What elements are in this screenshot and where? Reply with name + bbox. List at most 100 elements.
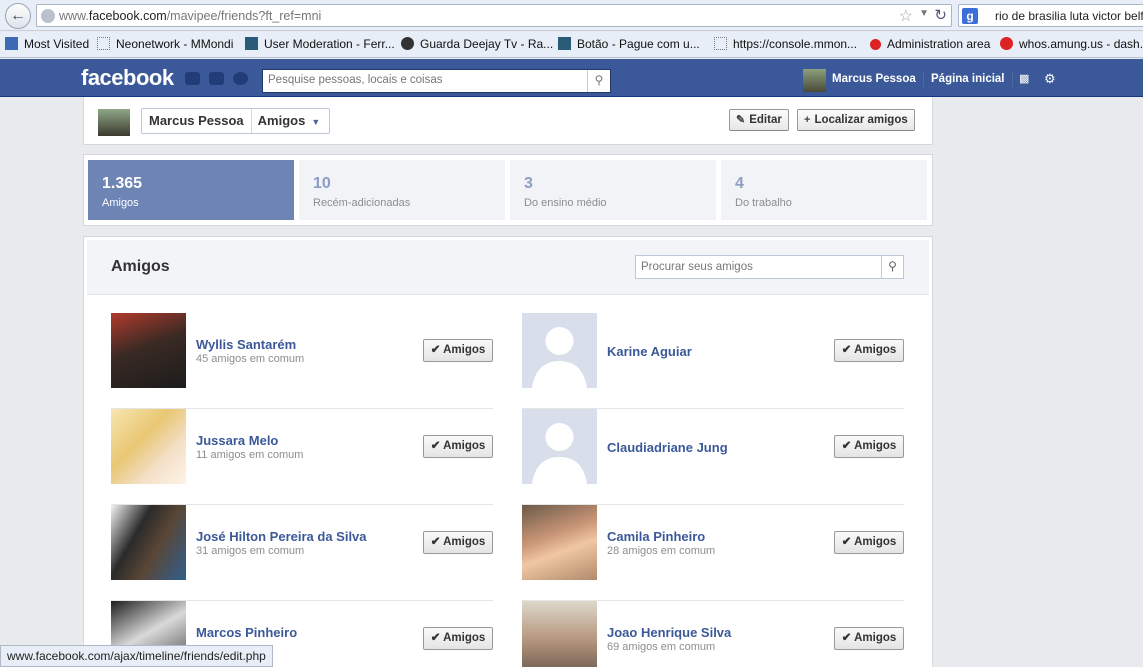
- stat-label: Do ensino médio: [524, 197, 607, 209]
- site-icon: [558, 37, 571, 50]
- bookmark-neonetwork[interactable]: Neonetwork - MMondi: [97, 37, 233, 51]
- notifications-globe-icon[interactable]: [233, 72, 248, 85]
- bookmark-botao[interactable]: Botão - Pague com u...: [558, 37, 700, 51]
- friends-status-button[interactable]: ✔ Amigos: [834, 627, 904, 650]
- status-bar-url: www.facebook.com/ajax/timeline/friends/e…: [0, 645, 273, 667]
- check-icon: ✔: [841, 440, 855, 452]
- address-bar[interactable]: www.facebook.com/mavipee/friends?ft_ref=…: [36, 4, 952, 27]
- tab-all-friends[interactable]: 1.365 Amigos: [88, 160, 294, 220]
- section-selector[interactable]: Amigos ▼: [252, 109, 330, 133]
- bookmark-administration[interactable]: Administration area: [870, 37, 990, 51]
- friend-requests-icon[interactable]: [185, 72, 200, 85]
- friend-photo[interactable]: [522, 505, 597, 580]
- stat-label: Amigos: [102, 197, 139, 209]
- stat-label: Recém-adicionadas: [313, 197, 411, 209]
- back-arrow-icon[interactable]: ←: [5, 3, 31, 29]
- messages-icon[interactable]: [209, 72, 224, 85]
- friend-card: Wyllis Santarém 45 amigos em comum ✔ Ami…: [111, 313, 493, 409]
- tab-work[interactable]: 4 Do trabalho: [721, 160, 927, 220]
- pencil-icon: ✎: [736, 114, 746, 126]
- reload-icon[interactable]: ↻: [934, 6, 947, 24]
- facebook-search-placeholder: Pesquise pessoas, locais e coisas: [268, 74, 443, 86]
- check-icon: ✔: [430, 536, 444, 548]
- friend-name[interactable]: Jussara Melo: [196, 433, 278, 448]
- friend-card: Camila Pinheiro 28 amigos em comum ✔ Ami…: [522, 505, 904, 601]
- profile-bar: Marcus Pessoa Amigos ▼ ✎ Editar + Localizar…: [83, 97, 933, 145]
- friend-name[interactable]: Claudiadriane Jung: [607, 440, 728, 455]
- bookmark-most-visited[interactable]: Most Visited: [5, 37, 89, 51]
- default-avatar-icon[interactable]: [522, 313, 597, 388]
- google-icon[interactable]: g: [962, 8, 978, 24]
- friend-photo[interactable]: [111, 505, 186, 580]
- breadcrumb: Marcus Pessoa Amigos ▼: [141, 108, 331, 134]
- friends-status-button[interactable]: ✔ Amigos: [423, 531, 493, 554]
- friends-status-button[interactable]: ✔ Amigos: [834, 435, 904, 458]
- home-link[interactable]: Página inicial: [931, 73, 1005, 85]
- silhouette-icon: [532, 327, 587, 388]
- friends-title: Amigos: [111, 258, 170, 275]
- default-avatar-icon[interactable]: [522, 409, 597, 484]
- friend-photo[interactable]: [522, 601, 597, 667]
- friends-status-button[interactable]: ✔ Amigos: [423, 627, 493, 650]
- stat-count: 4: [735, 175, 744, 192]
- friend-name[interactable]: Karine Aguiar: [607, 344, 692, 359]
- friend-name[interactable]: Wyllis Santarém: [196, 337, 296, 352]
- stat-count: 3: [524, 175, 533, 192]
- stat-label: Do trabalho: [735, 197, 792, 209]
- friend-name[interactable]: Marcos Pinheiro: [196, 625, 297, 640]
- friends-status-button[interactable]: ✔ Amigos: [834, 339, 904, 362]
- friend-name[interactable]: Camila Pinheiro: [607, 529, 705, 544]
- page-icon: [714, 37, 727, 50]
- friend-photo[interactable]: [111, 313, 186, 388]
- bookmark-guarda-deejay[interactable]: Guarda Deejay Tv - Ra...: [401, 37, 553, 51]
- browser-search-text: rio de brasilia luta victor belf: [995, 9, 1143, 23]
- check-icon: ✔: [841, 344, 855, 356]
- facebook-search-input[interactable]: Pesquise pessoas, locais e coisas ⚲: [262, 69, 611, 93]
- friend-card: José Hilton Pereira da Silva 31 amigos e…: [111, 505, 493, 601]
- search-icon[interactable]: ⚲: [587, 70, 610, 92]
- profile-name-link[interactable]: Marcus Pessoa: [142, 109, 252, 133]
- mutual-friends[interactable]: 45 amigos em comum: [196, 353, 304, 365]
- avatar[interactable]: [803, 69, 826, 92]
- friends-status-button[interactable]: ✔ Amigos: [423, 435, 493, 458]
- history-dropdown-icon[interactable]: ▼: [919, 8, 929, 19]
- check-icon: ✔: [430, 440, 444, 452]
- mutual-friends[interactable]: 28 amigos em comum: [607, 545, 715, 557]
- friend-name[interactable]: Joao Henrique Silva: [607, 625, 731, 640]
- mutual-friends[interactable]: 69 amigos em comum: [607, 641, 715, 653]
- friend-card: Karine Aguiar ✔ Amigos: [522, 313, 904, 409]
- facebook-logo[interactable]: facebook: [81, 65, 174, 91]
- gear-icon[interactable]: ⚙: [1044, 71, 1056, 87]
- privacy-shortcuts-icon[interactable]: ▩: [1019, 72, 1029, 85]
- friend-stats: 1.365 Amigos 10 Recém-adicionadas 3 Do e…: [83, 154, 933, 226]
- bookmark-user-moderation[interactable]: User Moderation - Ferr...: [245, 37, 395, 51]
- check-icon: ✔: [841, 632, 855, 644]
- friends-status-button[interactable]: ✔ Amigos: [423, 339, 493, 362]
- bookmark-whos-amung[interactable]: whos.amung.us - dash...: [1000, 37, 1143, 51]
- friends-header: Amigos Procurar seus amigos ⚲: [87, 240, 929, 295]
- plus-icon: +: [804, 114, 811, 126]
- bookmark-console[interactable]: https://console.mmon...: [714, 37, 857, 51]
- chevron-down-icon: ▼: [311, 117, 321, 127]
- profile-thumbnail[interactable]: [98, 109, 130, 136]
- friends-status-button[interactable]: ✔ Amigos: [834, 531, 904, 554]
- stat-count: 10: [313, 175, 331, 192]
- globe-icon: [41, 9, 55, 23]
- friend-card: Jussara Melo 11 amigos em comum ✔ Amigos: [111, 409, 493, 505]
- mutual-friends[interactable]: 31 amigos em comum: [196, 545, 304, 557]
- bookmark-star-icon[interactable]: ☆: [899, 6, 913, 26]
- find-friends-button[interactable]: + Localizar amigos: [797, 109, 915, 131]
- mutual-friends[interactable]: 11 amigos em comum: [196, 449, 303, 461]
- site-icon: [1000, 37, 1013, 50]
- search-icon[interactable]: ⚲: [881, 256, 903, 278]
- edit-button[interactable]: ✎ Editar: [729, 109, 789, 131]
- friends-list-card: Amigos Procurar seus amigos ⚲ Wyllis San…: [83, 236, 933, 667]
- tab-recently-added[interactable]: 10 Recém-adicionadas: [299, 160, 505, 220]
- tab-high-school[interactable]: 3 Do ensino médio: [510, 160, 716, 220]
- friend-photo[interactable]: [111, 409, 186, 484]
- header-user-name[interactable]: Marcus Pessoa: [832, 73, 916, 85]
- friend-card: Joao Henrique Silva 69 amigos em comum ✔…: [522, 601, 904, 667]
- friend-name[interactable]: José Hilton Pereira da Silva: [196, 529, 367, 544]
- friends-search-input[interactable]: Procurar seus amigos ⚲: [635, 255, 904, 279]
- browser-search-field[interactable]: g rio de brasilia luta victor belf: [958, 4, 1143, 27]
